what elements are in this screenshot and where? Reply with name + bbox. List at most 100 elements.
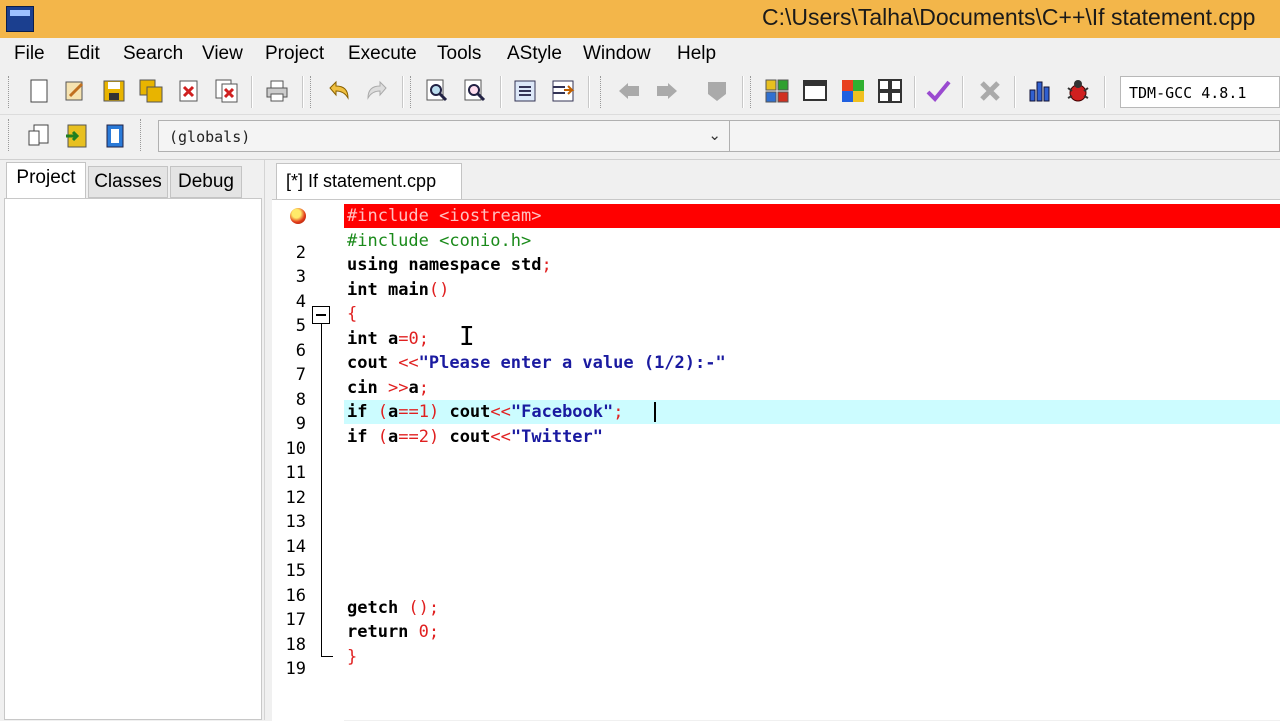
find-icon[interactable]: [424, 78, 450, 104]
main-toolbar: TDM-GCC 4.8.1: [0, 70, 1280, 115]
code-line: {: [347, 304, 358, 324]
code-line: }: [347, 647, 358, 667]
toolbar-grip[interactable]: [8, 76, 13, 108]
layout-icon[interactable]: [877, 78, 903, 104]
line-number: 12: [285, 488, 306, 508]
menu-window[interactable]: Window: [583, 43, 651, 65]
toolbar-grip[interactable]: [140, 119, 145, 151]
new-project-icon[interactable]: [764, 78, 790, 104]
code-line: return 0;: [347, 622, 440, 642]
chevron-down-icon[interactable]: ⌄: [708, 126, 721, 144]
toolbar-grip[interactable]: [8, 119, 13, 151]
class-browser-icon[interactable]: [802, 78, 828, 104]
color-icon[interactable]: [840, 78, 866, 104]
gutter[interactable]: 2 3 4 5 6 7 8 9 10 11 12 13 14 15 16 17 …: [272, 200, 344, 721]
line-number: 9: [295, 414, 306, 434]
menu-search[interactable]: Search: [123, 43, 183, 65]
fold-end: [321, 656, 333, 657]
line-number: 14: [285, 537, 306, 557]
panel-splitter[interactable]: [264, 160, 272, 720]
replace-icon[interactable]: [462, 78, 488, 104]
menu-astyle[interactable]: AStyle: [507, 43, 562, 65]
save-all-icon[interactable]: [138, 78, 164, 104]
goto-tab-icon[interactable]: [550, 78, 576, 104]
line-number: 7: [295, 365, 306, 385]
code-line: cout <<"Please enter a value (1/2):-": [347, 353, 726, 373]
goto-icon[interactable]: [102, 123, 128, 149]
toolbar-grip[interactable]: [600, 76, 605, 108]
undo-icon[interactable]: [326, 78, 352, 104]
line-number: 11: [285, 463, 306, 483]
debug-bug-icon[interactable]: [1065, 78, 1091, 104]
line-number: 17: [285, 610, 306, 630]
new-file-icon[interactable]: [26, 78, 52, 104]
line-number: 15: [285, 561, 306, 581]
line-number: 13: [285, 512, 306, 532]
window-title: C:\Users\Talha\Documents\C++\If statemen…: [762, 4, 1256, 30]
code-line: using namespace std;: [347, 255, 552, 275]
file-tab[interactable]: [*] If statement.cpp: [276, 163, 462, 199]
secondary-toolbar: (globals) ⌄: [0, 115, 1280, 160]
dev-cpp-logo-icon[interactable]: [6, 6, 34, 32]
code-line: cin >>a;: [347, 378, 429, 398]
line-number: 5: [295, 316, 306, 336]
tab-project[interactable]: Project: [6, 162, 86, 198]
line-number: 16: [285, 586, 306, 606]
line-number: 3: [295, 267, 306, 287]
menu-execute[interactable]: Execute: [348, 43, 417, 65]
redo-icon[interactable]: [364, 78, 390, 104]
editor-area: [*] If statement.cpp 2 3 4 5 6 7 8 9 10 …: [272, 160, 1280, 721]
code-line: int a=0;: [347, 329, 429, 349]
left-panel: Project Classes Debug: [0, 160, 264, 720]
code-line: if (a==2) cout<<"Twitter": [347, 427, 604, 447]
code-line: getch ();: [347, 598, 440, 618]
mouse-ibeam-cursor-icon: I: [459, 322, 475, 352]
back-icon[interactable]: [616, 78, 642, 104]
menu-view[interactable]: View: [202, 43, 243, 65]
line-number: 2: [295, 243, 306, 263]
delete-icon[interactable]: [977, 78, 1003, 104]
code-line: int main(): [347, 280, 450, 300]
line-number: 18: [285, 635, 306, 655]
compiler-select[interactable]: TDM-GCC 4.8.1: [1120, 76, 1280, 108]
menu-tools[interactable]: Tools: [437, 43, 481, 65]
open-icon[interactable]: [62, 78, 88, 104]
menu-bar: File Edit Search View Project Execute To…: [0, 38, 1280, 70]
line-number: 19: [285, 659, 306, 679]
menu-edit[interactable]: Edit: [67, 43, 100, 65]
toggle-icon[interactable]: [64, 123, 90, 149]
menu-help[interactable]: Help: [677, 43, 716, 65]
project-tree[interactable]: [4, 198, 262, 720]
scope-select[interactable]: (globals) ⌄: [158, 120, 730, 152]
goto-line-icon[interactable]: [512, 78, 538, 104]
close-all-icon[interactable]: [214, 78, 240, 104]
close-icon[interactable]: [176, 78, 202, 104]
save-icon[interactable]: [101, 78, 127, 104]
title-bar: C:\Users\Talha\Documents\C++\If statemen…: [0, 0, 1280, 38]
bookmark-icon[interactable]: [704, 78, 730, 104]
toolbar-grip[interactable]: [310, 76, 315, 108]
chart-icon[interactable]: [1027, 78, 1053, 104]
menu-project[interactable]: Project: [265, 43, 324, 65]
fold-toggle-icon[interactable]: [312, 306, 330, 324]
function-select[interactable]: [730, 120, 1280, 152]
code-line: #include <conio.h>: [347, 231, 532, 251]
line-number: 6: [295, 341, 306, 361]
forward-icon[interactable]: [654, 78, 680, 104]
breakpoint-error-icon[interactable]: [290, 208, 306, 224]
menu-file[interactable]: File: [14, 43, 45, 65]
line-number: 8: [295, 390, 306, 410]
code-line: if (a==1) cout<<"Facebook";: [347, 402, 624, 422]
line-number: 10: [285, 439, 306, 459]
tab-debug[interactable]: Debug: [170, 166, 242, 198]
code-editor[interactable]: 2 3 4 5 6 7 8 9 10 11 12 13 14 15 16 17 …: [272, 199, 1280, 721]
left-panel-tabs: Project Classes Debug: [0, 160, 264, 198]
check-icon[interactable]: [925, 78, 951, 104]
print-icon[interactable]: [264, 78, 290, 104]
tab-classes[interactable]: Classes: [88, 166, 168, 198]
scope-select-value: (globals): [169, 128, 251, 146]
toolbar-grip[interactable]: [750, 76, 755, 108]
code-line: #include <iostream>: [347, 206, 542, 226]
insert-icon[interactable]: [26, 123, 52, 149]
toolbar-grip[interactable]: [410, 76, 415, 108]
